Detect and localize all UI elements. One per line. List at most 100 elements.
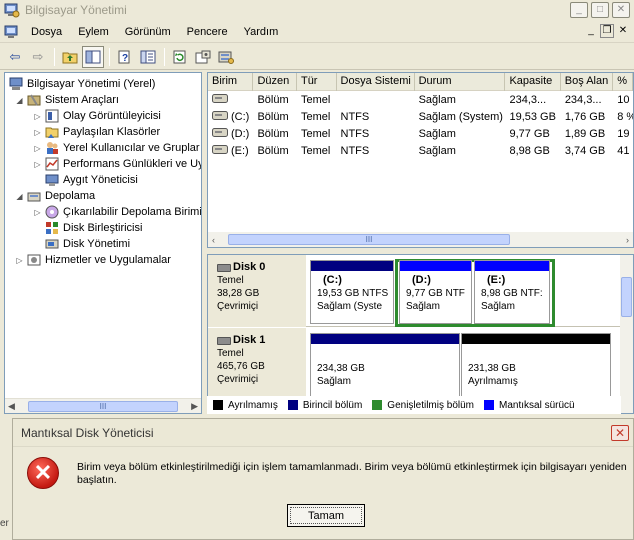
disk-info[interactable]: Disk 1 Temel 465,76 GB Çevrimiçi bbox=[208, 328, 306, 400]
forward-button[interactable]: ⇨ bbox=[27, 46, 49, 68]
expand-arrow-icon[interactable]: ▷ bbox=[33, 208, 42, 217]
menu-gorunum[interactable]: Görünüm bbox=[117, 26, 179, 38]
dialog-close-button[interactable]: ✕ bbox=[611, 425, 629, 441]
tree-item-disk-defragmenter[interactable]: Disk Birleştiricisi bbox=[45, 220, 142, 236]
maximize-button[interactable]: □ bbox=[591, 2, 609, 18]
inner-close-button[interactable]: ✕ bbox=[616, 24, 630, 38]
tree-item-computer-management[interactable]: Bilgisayar Yönetimi (Yerel) bbox=[9, 76, 155, 92]
tree-item-disk-management[interactable]: Disk Yönetimi bbox=[45, 236, 130, 252]
disk-management-icon bbox=[45, 237, 59, 251]
partition-unallocated[interactable]: 231,38 GB Ayrılmamış bbox=[461, 333, 611, 397]
partition-size: 8,98 GB NTF: bbox=[481, 288, 543, 299]
cell-percent: 19 bbox=[617, 127, 630, 140]
menu-pencere[interactable]: Pencere bbox=[179, 26, 236, 38]
tree-item-device-manager[interactable]: Aygıt Yöneticisi bbox=[45, 172, 138, 188]
tree-item-event-viewer[interactable]: ▷ Olay Görüntüleyicisi bbox=[33, 108, 161, 124]
column-header-birim[interactable]: Birim bbox=[208, 73, 254, 91]
disk-status: Çevrimiçi bbox=[217, 301, 259, 312]
expand-arrow-icon[interactable]: ▷ bbox=[33, 144, 42, 153]
partition-primary[interactable]: 234,38 GB Sağlam bbox=[310, 333, 460, 397]
scroll-right-arrow-icon[interactable]: ▶ bbox=[191, 401, 198, 412]
menu-eylem[interactable]: Eylem bbox=[70, 26, 117, 38]
inner-minimize-button[interactable]: _ bbox=[584, 24, 598, 38]
tree-item-label: Depolama bbox=[45, 190, 96, 202]
tree-item-label: Sistem Araçları bbox=[45, 94, 119, 106]
table-row[interactable]: (C:) Bölüm Temel NTFS Sağlam (System) 19… bbox=[208, 108, 633, 125]
disk-row[interactable]: Disk 1 Temel 465,76 GB Çevrimiçi 234,38 … bbox=[208, 328, 622, 400]
disk-size: 38,28 GB bbox=[217, 288, 260, 299]
disk-type: Temel bbox=[217, 348, 244, 359]
table-row[interactable]: (D:) Bölüm Temel NTFS Sağlam 9,77 GB 1,8… bbox=[208, 125, 633, 142]
window-title: Bilgisayar Yönetimi bbox=[25, 3, 127, 17]
volume-horizontal-scrollbar[interactable]: ‹ III › bbox=[208, 232, 633, 247]
table-row[interactable]: (E:) Bölüm Temel NTFS Sağlam 8,98 GB 3,7… bbox=[208, 142, 633, 159]
expand-arrow-icon[interactable]: ▷ bbox=[15, 256, 24, 265]
volume-drive-icon bbox=[212, 127, 228, 140]
expand-arrow-icon[interactable]: ▷ bbox=[33, 160, 42, 169]
partition-c[interactable]: (C:) 19,53 GB NTFS Sağlam (Syste bbox=[310, 260, 394, 324]
tree-item-performance-logs[interactable]: ▷ Performans Günlükleri ve Uy bbox=[33, 156, 201, 172]
partition-e[interactable]: (E:) 8,98 GB NTF: Sağlam bbox=[474, 260, 550, 324]
minimize-button[interactable]: _ bbox=[570, 2, 588, 18]
scroll-left-arrow-icon[interactable]: ◀ bbox=[8, 401, 15, 412]
ok-button[interactable]: Tamam bbox=[287, 504, 365, 527]
tree-item-system-tools[interactable]: ◢ Sistem Araçları bbox=[15, 92, 119, 108]
column-header-bos-alan[interactable]: Boş Alan bbox=[561, 73, 614, 91]
window-titlebar: Bilgisayar Yönetimi _ □ ✕ bbox=[0, 0, 634, 20]
disk-legend: Ayrılmamış Birincil bölüm Genişletilmiş … bbox=[207, 396, 621, 414]
expand-arrow-icon[interactable]: ▷ bbox=[33, 112, 42, 121]
error-icon: ✕ bbox=[27, 457, 59, 489]
partition-letter: (D:) bbox=[412, 274, 431, 286]
tree-item-shared-folders[interactable]: ▷ Paylaşılan Klasörler bbox=[33, 124, 160, 140]
disk-scroll-thumb[interactable] bbox=[621, 277, 632, 317]
defragmenter-icon bbox=[45, 221, 59, 235]
column-header-percent[interactable]: % bbox=[613, 73, 633, 91]
cell-percent: 10 bbox=[617, 93, 630, 106]
column-header-durum[interactable]: Durum bbox=[415, 73, 506, 91]
mdi-child-icon[interactable] bbox=[4, 24, 20, 40]
disk-settings-icon[interactable] bbox=[215, 46, 237, 68]
column-header-duzen[interactable]: Düzen bbox=[253, 73, 297, 91]
partition-d[interactable]: (D:) 9,77 GB NTF Sağlam bbox=[399, 260, 472, 324]
properties-icon[interactable] bbox=[192, 46, 214, 68]
hard-disk-icon bbox=[217, 263, 231, 272]
tree-item-label: Çıkarılabilir Depolama Birimi bbox=[63, 206, 202, 218]
inner-restore-button[interactable]: ❐ bbox=[600, 24, 614, 38]
cell-status: Sağlam bbox=[418, 127, 456, 140]
export-list-icon[interactable] bbox=[137, 46, 159, 68]
collapse-arrow-icon[interactable]: ◢ bbox=[15, 192, 24, 201]
volume-scroll-thumb[interactable]: III bbox=[228, 234, 510, 245]
tree-item-storage[interactable]: ◢ Depolama bbox=[15, 188, 95, 204]
menu-yardim[interactable]: Yardım bbox=[236, 26, 287, 38]
help-properties-icon[interactable]: ? bbox=[114, 46, 136, 68]
scroll-left-arrow-icon[interactable]: ‹ bbox=[212, 235, 215, 245]
dialog-message: Birim veya bölüm etkinleştirilmediği içi… bbox=[77, 461, 627, 486]
partition-letter: (E:) bbox=[487, 274, 506, 286]
show-hide-tree-icon[interactable] bbox=[82, 45, 104, 68]
disk-info[interactable]: Disk 0 Temel 38,28 GB Çevrimiçi bbox=[208, 255, 306, 327]
tree-scroll-thumb[interactable]: III bbox=[28, 400, 178, 412]
cell-status: Sağlam bbox=[418, 93, 456, 106]
menu-dosya[interactable]: Dosya bbox=[23, 26, 70, 38]
expand-arrow-icon[interactable]: ▷ bbox=[33, 128, 42, 137]
close-button[interactable]: ✕ bbox=[612, 2, 630, 18]
tree-horizontal-scrollbar[interactable]: ◀ III ▶ bbox=[5, 398, 201, 413]
collapse-arrow-icon[interactable]: ◢ bbox=[15, 96, 24, 105]
services-icon bbox=[27, 253, 41, 267]
refresh-icon[interactable] bbox=[169, 46, 191, 68]
device-manager-icon bbox=[45, 173, 59, 187]
tree-item-removable-storage[interactable]: ▷ Çıkarılabilir Depolama Birimi bbox=[33, 204, 202, 220]
column-header-tur[interactable]: Tür bbox=[297, 73, 337, 91]
scroll-right-arrow-icon[interactable]: › bbox=[626, 235, 629, 245]
up-folder-icon[interactable] bbox=[59, 46, 81, 68]
tree-item-services-applications[interactable]: ▷ Hizmetler ve Uygulamalar bbox=[15, 252, 171, 268]
column-header-kapasite[interactable]: Kapasite bbox=[505, 73, 561, 91]
tree-item-label: Olay Görüntüleyicisi bbox=[63, 110, 161, 122]
table-row[interactable]: Bölüm Temel Sağlam 234,3... 234,3... 10 bbox=[208, 91, 633, 108]
legend-label: Mantıksal sürücü bbox=[499, 399, 575, 411]
tree-item-local-users-groups[interactable]: ▷ Yerel Kullanıcılar ve Gruplar bbox=[33, 140, 200, 156]
disk-row[interactable]: Disk 0 Temel 38,28 GB Çevrimiçi (C:) 19,… bbox=[208, 255, 622, 327]
back-button[interactable]: ⇦ bbox=[4, 46, 26, 68]
disk-vertical-scrollbar[interactable] bbox=[620, 255, 633, 413]
column-header-dosya-sistemi[interactable]: Dosya Sistemi bbox=[337, 73, 415, 91]
